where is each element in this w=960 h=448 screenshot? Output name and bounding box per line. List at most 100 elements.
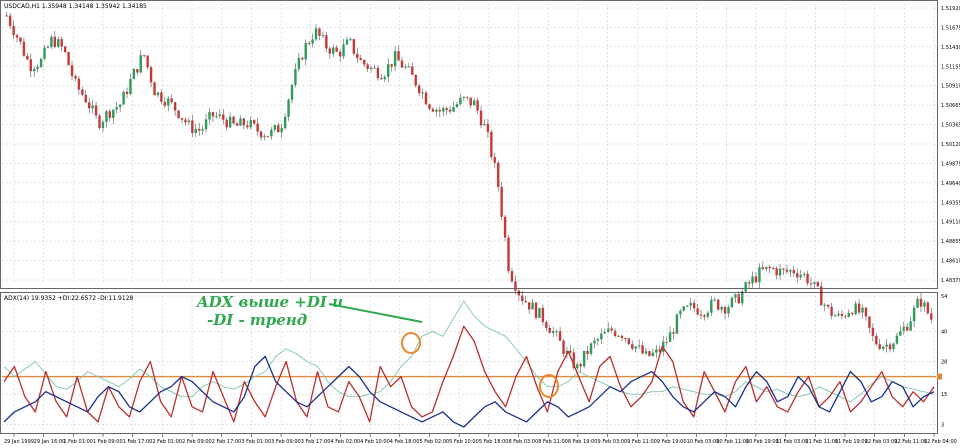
candle-body <box>318 28 321 36</box>
candle-body <box>747 282 751 284</box>
price-tick-label: 1.51920 <box>941 6 960 12</box>
candle-body <box>833 315 837 317</box>
candle-body <box>888 344 892 350</box>
candle-body <box>775 268 778 276</box>
candle-body <box>345 39 349 45</box>
price-grid <box>2 4 936 284</box>
candle-body <box>686 305 689 307</box>
candle-body <box>125 91 129 95</box>
time-tick-label: 11 Feb 03:00 <box>776 439 809 445</box>
candle-body <box>500 186 503 217</box>
candle-body <box>180 118 184 120</box>
time-tick-label: 10 Feb 11:00 <box>716 439 749 445</box>
candle-body <box>411 66 414 75</box>
candle-body <box>758 267 761 283</box>
candle-body <box>160 92 163 102</box>
candle-body <box>43 47 46 59</box>
candle-body <box>77 78 81 90</box>
candle-body <box>29 59 32 72</box>
candle-body <box>699 314 703 316</box>
adx-tick-label: 28 <box>941 359 947 365</box>
candlestick-series <box>5 12 933 373</box>
candle-body <box>50 36 53 47</box>
time-tick-label: 10 Feb 03:00 <box>687 439 720 445</box>
candle-body <box>689 302 692 306</box>
candle-body <box>816 282 820 287</box>
candle-body <box>459 97 462 105</box>
candle-body <box>129 78 132 95</box>
candle-body <box>228 116 232 128</box>
candle-body <box>744 282 747 292</box>
candle-body <box>899 331 902 336</box>
candle-body <box>493 157 496 163</box>
price-tick-label: 1.51430 <box>941 45 960 51</box>
candle-body <box>57 39 60 47</box>
time-tick-label: 8 Feb 11:00 <box>538 439 568 445</box>
candle-body <box>139 55 142 73</box>
candle-body <box>840 313 844 316</box>
highlight-circle-adx-cross <box>401 332 421 354</box>
candle-body <box>514 281 517 291</box>
candle-body <box>727 307 730 314</box>
candle-body <box>713 299 716 301</box>
candle-body <box>259 131 263 138</box>
candle-body <box>177 110 180 119</box>
time-tick-label: 10 Feb 19:00 <box>746 439 779 445</box>
candle-body <box>765 266 768 270</box>
candle-body <box>387 64 390 77</box>
adx-series-adx <box>3 300 935 403</box>
candle-body <box>579 364 582 367</box>
price-tick-label: 1.49875 <box>941 161 960 167</box>
candle-body <box>462 96 466 98</box>
candle-body <box>132 69 136 79</box>
candle-body <box>218 114 222 116</box>
candle-body <box>314 28 318 40</box>
time-tick-label: 29 Jan 1999 <box>4 439 34 445</box>
candle-body <box>307 43 311 45</box>
candle-body <box>88 102 91 109</box>
candle-body <box>163 101 167 106</box>
adx-axis-labels: 54 40 28 15 3 <box>941 294 947 428</box>
candle-body <box>173 102 177 111</box>
candle-body <box>301 57 304 60</box>
candle-body <box>497 162 500 187</box>
candle-body <box>208 112 211 120</box>
adx-reference-marker <box>937 373 942 380</box>
candle-body <box>115 107 118 110</box>
candle-body <box>373 67 376 69</box>
annotation-line-2: -DI - тренд <box>207 311 307 329</box>
candle-body <box>813 282 816 284</box>
adx-tick-label: 3 <box>941 422 944 428</box>
candle-body <box>562 340 565 354</box>
candle-body <box>730 297 734 308</box>
candle-body <box>868 316 871 328</box>
candle-body <box>527 302 531 310</box>
time-axis-labels: 29 Jan 1999 29 Jan 16:001 Feb 01:00 1 Feb … <box>4 434 957 445</box>
candle-body <box>510 271 514 282</box>
candle-body <box>404 66 407 68</box>
candle-body <box>19 37 22 42</box>
candle-body <box>596 339 600 341</box>
candle-body <box>679 310 682 315</box>
candle-body <box>397 51 400 61</box>
candle-body <box>895 335 899 344</box>
price-tick-label: 1.50665 <box>941 103 960 109</box>
candle-body <box>881 346 885 349</box>
candle-body <box>39 58 43 67</box>
candle-body <box>617 335 620 337</box>
candle-body <box>53 36 57 47</box>
price-tick-label: 1.50365 <box>941 123 960 129</box>
price-tick-label: 1.48855 <box>941 239 960 245</box>
time-tick-label: 1 Feb 09:00 <box>93 439 123 445</box>
candle-body <box>167 98 170 106</box>
candle-body <box>328 48 332 54</box>
candle-body <box>146 55 149 68</box>
candle-body <box>335 47 338 52</box>
candle-body <box>287 99 290 117</box>
time-tick-label: 4 Feb 02:00 <box>330 439 360 445</box>
candle-body <box>906 326 909 331</box>
candle-body <box>376 67 380 79</box>
candle-body <box>620 335 624 339</box>
candle-body <box>246 125 249 128</box>
time-tick-label: 5 Feb 10:00 <box>449 439 479 445</box>
